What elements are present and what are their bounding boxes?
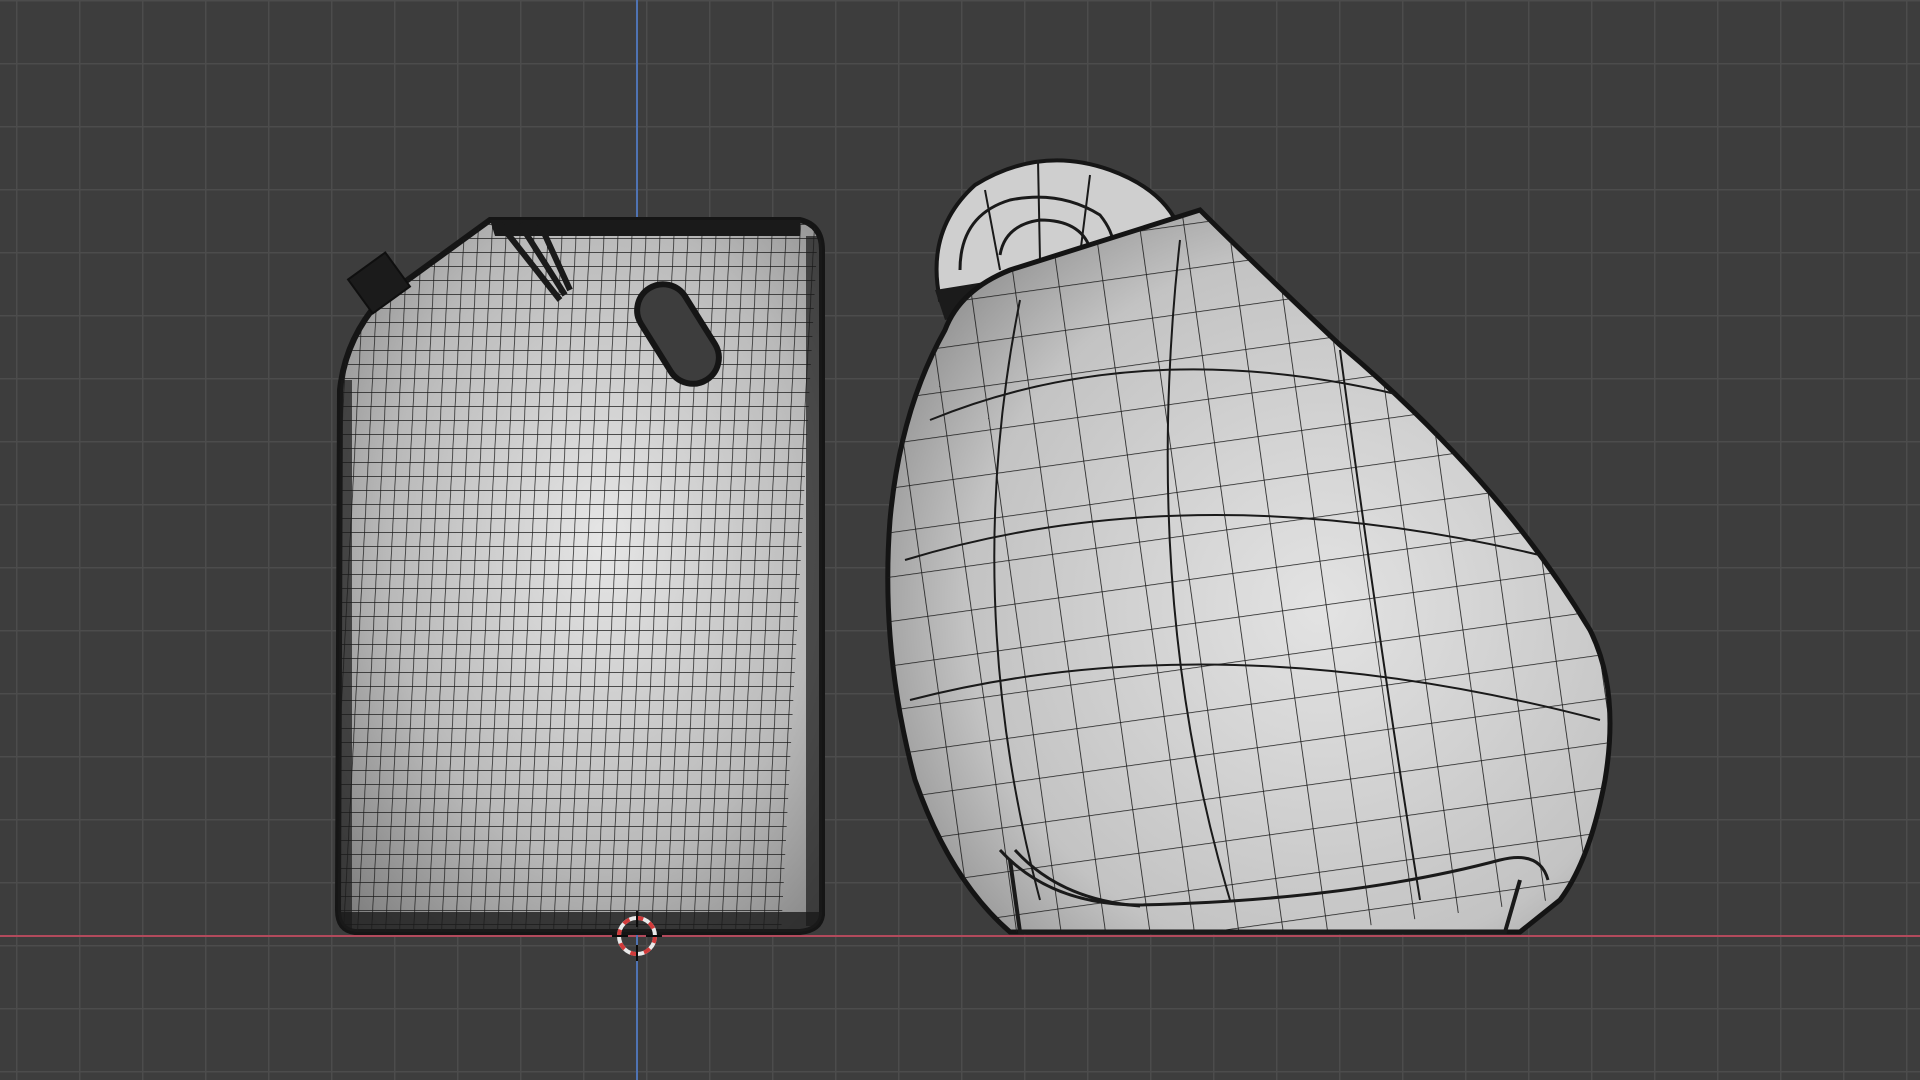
spout-pouch-mesh[interactable] [281,210,825,940]
bottle-mesh[interactable] [812,148,1687,989]
3d-cursor-icon[interactable] [612,911,662,961]
3d-viewport[interactable] [0,0,1920,1080]
scene-canvas[interactable] [0,0,1920,1080]
